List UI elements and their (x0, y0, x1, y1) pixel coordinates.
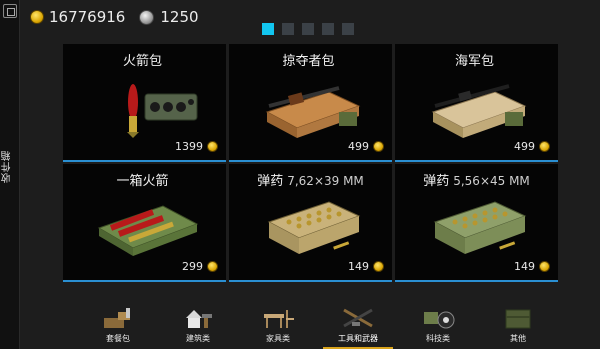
item-price: 149 (514, 260, 550, 273)
category-tab-tech[interactable]: 科技类 (403, 300, 473, 349)
item-title: 弹药 5,56×45 MM (423, 174, 530, 189)
item-price: 499 (348, 140, 384, 153)
item-card-ammo-762[interactable]: 弹药 7,62×39 MM 149 (229, 164, 392, 282)
rocket-box-icon (97, 205, 199, 256)
item-card-ammo-556[interactable]: 弹药 5,56×45 MM 149 (395, 164, 558, 282)
building-icon (186, 310, 212, 328)
coin-balance: 16776916 (49, 8, 126, 26)
item-card-marauder-pack[interactable]: 掠夺者包 499 (229, 44, 392, 162)
coin-icon (30, 10, 44, 24)
currency-bar: 16776916 1250 (30, 8, 199, 26)
page-dot-1[interactable] (262, 23, 274, 35)
item-card-rocket-box[interactable]: 一箱火箭 299 (63, 164, 226, 282)
coin-icon (539, 141, 550, 152)
coin-icon (207, 261, 218, 272)
ammo-box-icon (267, 201, 361, 254)
page-dot-3[interactable] (302, 23, 314, 35)
crate-icon (505, 309, 531, 329)
bundle-icon (104, 308, 130, 328)
rifle-crate-icon (431, 84, 527, 138)
category-tab-bundles[interactable]: 套餐包 (83, 300, 153, 349)
page-dot-4[interactable] (322, 23, 334, 35)
store-screen: 收件箱 16776916 1250 火箭包 1399 掠夺者包 499 海军包 … (0, 0, 600, 349)
page-indicator (262, 23, 354, 35)
category-tab-furniture[interactable]: 家具类 (243, 300, 313, 349)
page-dot-2[interactable] (282, 23, 294, 35)
item-price: 1399 (175, 140, 218, 153)
item-title: 弹药 7,62×39 MM (257, 174, 364, 189)
ammo-box-icon (433, 201, 527, 254)
item-card-rocket-pack[interactable]: 火箭包 1399 (63, 44, 226, 162)
item-title: 火箭包 (122, 54, 162, 69)
tech-icon (424, 311, 455, 329)
rocket-pack-icon (127, 84, 198, 138)
category-tab-weapons[interactable]: 工具和武器 (323, 300, 393, 349)
item-title: 一箱火箭 (116, 174, 169, 189)
furniture-icon (264, 310, 294, 328)
category-bar: 套餐包 建筑类 家具类 工具和武器 科技类 其他 (83, 300, 553, 349)
item-price: 299 (182, 260, 218, 273)
coin-icon (207, 141, 218, 152)
ak-crate-icon (265, 86, 361, 138)
weapons-icon (343, 308, 373, 328)
item-title: 掠夺者包 (282, 54, 335, 69)
page-dot-5[interactable] (342, 23, 354, 35)
item-price: 149 (348, 260, 384, 273)
gem-icon (139, 9, 155, 25)
coin-icon (373, 261, 384, 272)
coin-icon (373, 141, 384, 152)
category-tab-building[interactable]: 建筑类 (163, 300, 233, 349)
inbox-tab-label[interactable]: 收件箱 (2, 150, 18, 183)
gem-balance: 1250 (160, 8, 199, 26)
coin-icon (539, 261, 550, 272)
inbox-icon[interactable] (3, 4, 17, 18)
item-price: 499 (514, 140, 550, 153)
category-tab-other[interactable]: 其他 (483, 300, 553, 349)
item-card-navy-pack[interactable]: 海军包 499 (395, 44, 558, 162)
item-grid: 火箭包 1399 掠夺者包 499 海军包 499 一箱火箭 299 弹药 7,… (63, 44, 558, 282)
side-rail: 收件箱 (0, 0, 20, 349)
item-title: 海军包 (454, 54, 494, 69)
